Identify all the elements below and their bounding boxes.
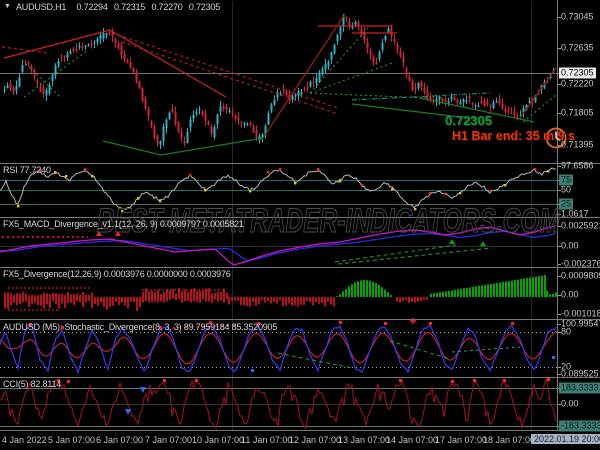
price-axis-label: 1.0617 [561, 208, 589, 219]
time-axis-label: 6 Jan 07:00 [96, 435, 144, 445]
price-axis-label: 0.00 [561, 398, 579, 409]
time-axis-label: 14 Jan 07:00 [386, 435, 439, 445]
price-axis-label: 0.089525 [561, 368, 599, 379]
bar-end-countdown: H1 Bar end: 35 m 9 s [452, 129, 575, 143]
time-axis-label: 10 Jan 07:00 [192, 435, 245, 445]
time-axis-label: 4 Jan 2022 [2, 435, 47, 445]
time-axis-label: 17 Jan 07:00 [435, 435, 488, 445]
symbol-dropdown-icon[interactable]: ▼ [4, 3, 11, 10]
price-axis-label: 0.00 [561, 240, 579, 251]
time-axis-label: 18 Jan 07:00 [483, 435, 536, 445]
divergence-panel-title: FX5_Divergence(12,26,9) 0.0003976 0.0000… [3, 269, 231, 279]
divergence-price-label: 0.72305 [445, 113, 492, 128]
ohlc-low: 0.72270 [151, 2, 183, 12]
price-axis-label: 0.72635 [561, 42, 594, 53]
price-axis-label: 0.00 [561, 289, 579, 300]
cci-panel [0, 377, 557, 430]
time-axis-label: 5 Jan 07:00 [48, 435, 96, 445]
symbol-timeframe: AUDUSD,H1 [16, 2, 67, 12]
ohlc-open: 0.72294 [76, 2, 108, 12]
ohlc-close: 0.72305 [188, 2, 221, 12]
price-axis-label: 0.72220 [561, 78, 594, 89]
price-axis-label: 80 [561, 326, 572, 337]
time-axis-label: 11 Jan 07:00 [241, 435, 293, 445]
price-axis-label: 50 [561, 184, 572, 195]
mt4-chart-window: BEST-METATRADER-INDICATORS.COM ▼ AUDUSD,… [0, 0, 600, 450]
cci-panel-title: CCI(5) 82.8114 [3, 379, 62, 389]
stochastic-panel-title: AUDUSD (M5): Stochastic_Divergence(8, 3,… [3, 322, 278, 332]
price-axis-label: 0.73045 [561, 11, 594, 22]
price-axis-label: 183.3333 [559, 382, 600, 394]
divergence-panel [4, 275, 557, 311]
price-axis-label: 97.6586 [561, 160, 594, 171]
price-axis-label: 0.72305 [559, 67, 596, 79]
ohlc-high: 0.72315 [113, 2, 146, 12]
price-axis-label: -0.0023764 [561, 258, 600, 269]
rsi-panel-title: RSI 77.7240 [3, 165, 51, 175]
price-axis-label: -183.3333 [559, 420, 600, 432]
time-axis-label: 12 Jan 07:00 [289, 435, 342, 445]
time-axis-label: 2022.01.19 20:00 [531, 434, 600, 444]
price-axis-label: 0.71805 [561, 107, 594, 118]
price-axis-label: 0.0009809 [561, 270, 600, 281]
macd-panel-title: FX5_MACD_Divergence_v1.1(12, 26, 9) 0.00… [3, 219, 244, 229]
time-axis-label: 7 Jan 07:00 [145, 435, 193, 445]
price-axis-label: 0.0025921 [561, 220, 600, 231]
chart-title: AUDUSD,H1 0.72294 0.72315 0.72270 0.7230… [16, 2, 224, 12]
time-axis-label: 13 Jan 07:00 [338, 435, 391, 445]
